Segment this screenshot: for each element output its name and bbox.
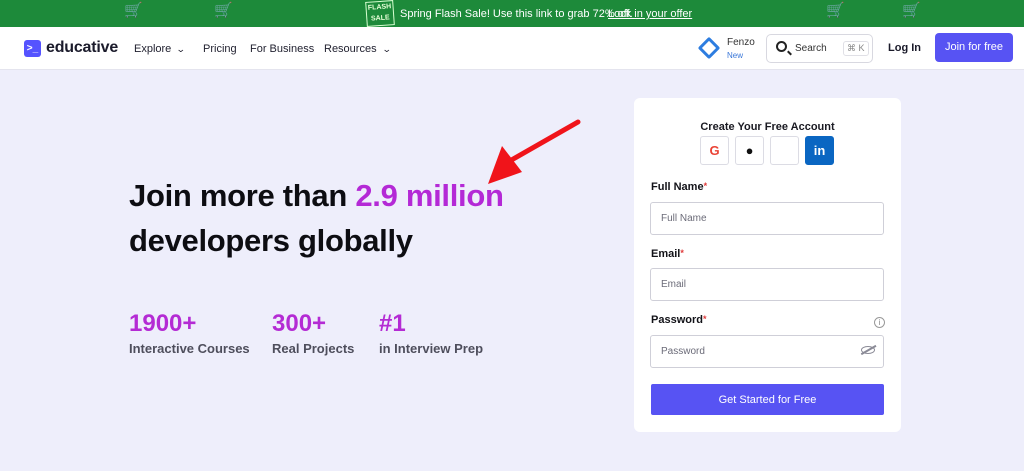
- full-name-label-text: Full Name: [651, 181, 704, 193]
- nav-resources[interactable]: Resources ⌄: [324, 43, 392, 55]
- nav-pricing[interactable]: Pricing: [203, 43, 237, 55]
- shopping-cart-icon: 🛒: [214, 2, 233, 19]
- stat-projects-value: 300+: [272, 310, 327, 337]
- fenzo-label[interactable]: Fenzo: [727, 37, 755, 48]
- nav-resources-label: Resources: [324, 43, 377, 55]
- shopping-cart-icon: 🛒: [826, 2, 845, 19]
- red-arrow-annotation-icon: [488, 119, 581, 184]
- chevron-down-icon: ⌄: [176, 44, 186, 54]
- promo-banner[interactable]: 🛒 🛒 FLASH SALE Spring Flash Sale! Use th…: [0, 0, 1024, 27]
- educative-logo-text[interactable]: educative: [46, 39, 118, 57]
- linkedin-signin-button[interactable]: in: [805, 136, 834, 165]
- hero-headline-line2: developers globally: [129, 223, 413, 258]
- stat-projects-label: Real Projects: [272, 341, 355, 356]
- flash-sale-badge-line2: SALE: [370, 14, 390, 23]
- email-field[interactable]: [650, 268, 884, 301]
- nav-explore-label: Explore: [134, 43, 172, 55]
- nav-explore[interactable]: Explore ⌄: [134, 43, 186, 55]
- lock-in-offer-link[interactable]: Lock in your offer: [608, 8, 692, 20]
- google-signin-button[interactable]: G: [700, 136, 729, 165]
- stat-courses-label: Interactive Courses: [129, 341, 250, 356]
- required-mark: *: [680, 248, 684, 258]
- get-started-button[interactable]: Get Started for Free: [651, 384, 884, 415]
- required-mark: *: [703, 181, 708, 191]
- password-label: Password*: [651, 314, 706, 326]
- signup-title: Create Your Free Account: [700, 121, 835, 133]
- hero-headline-line1: Join more than 2.9 million: [129, 178, 504, 214]
- github-icon: ●: [745, 143, 754, 158]
- email-label: Email*: [651, 248, 684, 260]
- promo-message: Spring Flash Sale! Use this link to grab…: [400, 8, 633, 20]
- github-signin-button[interactable]: ●: [735, 136, 764, 165]
- signup-card: Create Your Free Account G ● in Full Nam…: [634, 98, 901, 432]
- top-navbar: >_ educative Explore ⌄ Pricing For Busine…: [0, 27, 1024, 70]
- chevron-down-icon: ⌄: [381, 44, 392, 54]
- shopping-cart-icon: 🛒: [124, 2, 143, 19]
- info-icon[interactable]: i: [874, 317, 885, 328]
- login-button[interactable]: Log In: [888, 42, 921, 54]
- email-label-text: Email: [651, 248, 681, 260]
- password-field[interactable]: [650, 335, 884, 368]
- linkedin-icon: in: [813, 143, 826, 158]
- stat-interview-value: #1: [379, 310, 406, 337]
- search-shortcut: ⌘ K: [843, 41, 869, 56]
- stat-courses-value: 1900+: [129, 310, 197, 337]
- fenzo-new-badge: New: [727, 51, 744, 60]
- search-icon: [776, 41, 787, 52]
- nav-for-business[interactable]: For Business: [250, 43, 314, 55]
- apple-signin-button[interactable]: [770, 136, 799, 165]
- eye-slash-icon[interactable]: [861, 346, 875, 354]
- google-icon: G: [709, 143, 720, 158]
- full-name-label: Full Name*: [651, 181, 707, 193]
- educative-logo-icon[interactable]: >_: [24, 40, 41, 57]
- search-label: Search: [795, 43, 827, 54]
- fenzo-icon[interactable]: [697, 36, 721, 60]
- stat-interview-label: in Interview Prep: [379, 341, 484, 356]
- join-for-free-button[interactable]: Join for free: [935, 33, 1013, 62]
- flash-sale-badge: FLASH SALE: [365, 0, 395, 27]
- required-mark: *: [702, 314, 707, 324]
- shopping-cart-icon: 🛒: [902, 2, 921, 19]
- hero-headline-prefix: Join more than: [129, 178, 356, 213]
- full-name-field[interactable]: [650, 202, 884, 235]
- password-label-text: Password: [651, 314, 703, 326]
- search-button[interactable]: Search ⌘ K: [766, 34, 873, 63]
